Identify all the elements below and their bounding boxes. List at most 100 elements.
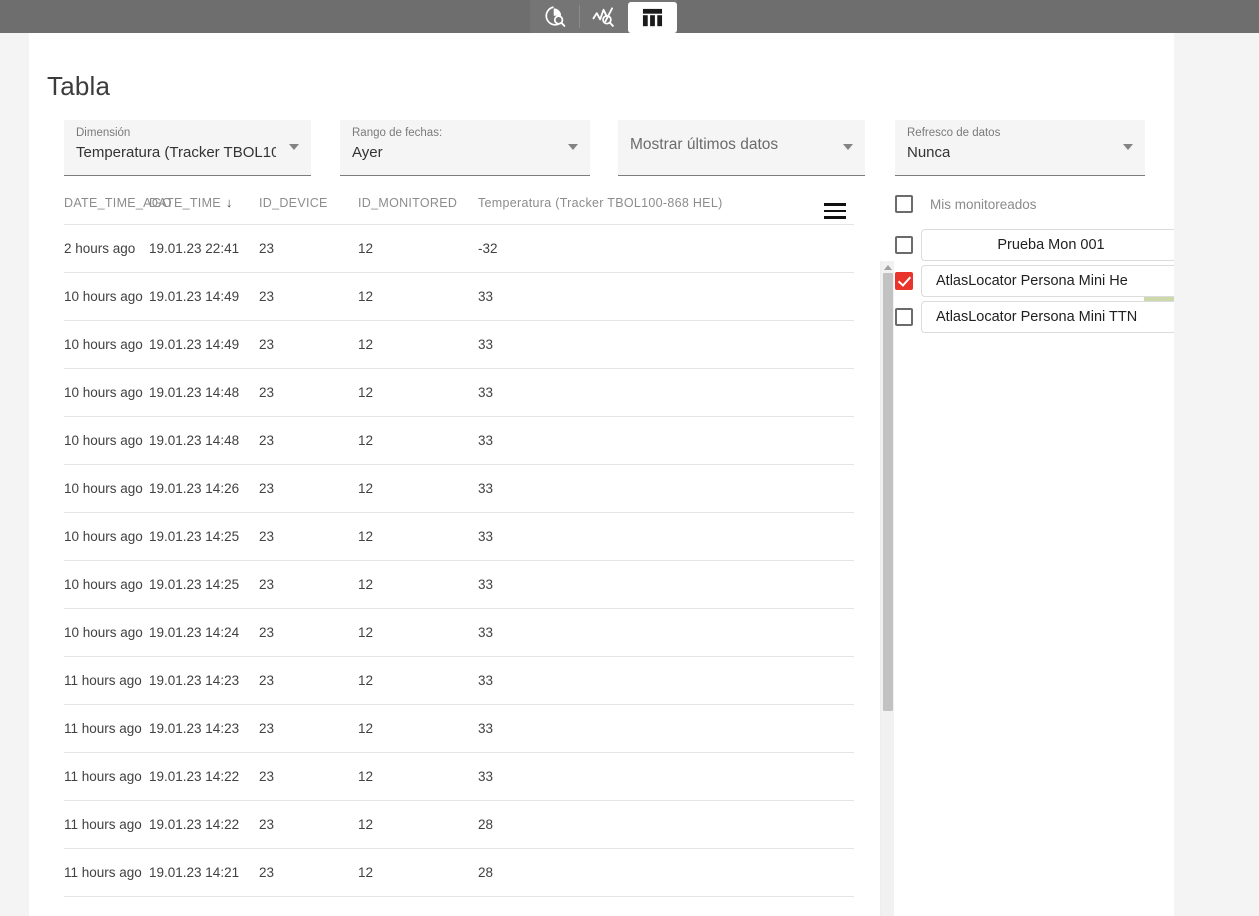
table-cell: 23 bbox=[259, 416, 358, 465]
table-cell: 10 hours ago bbox=[64, 320, 149, 369]
table-cell: 10 hours ago bbox=[64, 272, 149, 321]
table-cell: 19.01.23 14:23 bbox=[149, 704, 259, 753]
table-cell: 12 bbox=[358, 512, 478, 561]
table-cell: 10 hours ago bbox=[64, 560, 149, 609]
monitored-list-item[interactable]: Prueba Mon 001 bbox=[895, 227, 1174, 263]
table-header-row: DATE_TIME_AGO DATE_TIME ↓ ID_DEVICE ID_MO… bbox=[64, 195, 854, 225]
table-row[interactable]: 11 hours ago 19.01.23 14:22 23 12 33 bbox=[64, 752, 854, 801]
filter-dimension[interactable]: Dimensión Temperatura (Tracker TBOL100-… bbox=[64, 120, 311, 176]
table-cell: 11 hours ago bbox=[64, 656, 149, 705]
checkbox-mis-monitoreados[interactable] bbox=[895, 195, 913, 213]
table-cell: 10 hours ago bbox=[64, 416, 149, 465]
table-cell: 19.01.23 14:22 bbox=[149, 800, 259, 849]
table-row[interactable]: 2 hours ago 19.01.23 22:41 23 12 -32 bbox=[64, 224, 854, 273]
monitored-item-card[interactable]: AtlasLocator Persona Mini TTN bbox=[921, 301, 1174, 333]
line-chart-search-icon-button[interactable] bbox=[579, 0, 628, 33]
column-header-id-monitored[interactable]: ID_MONITORED bbox=[358, 195, 478, 225]
table-cell: 19.01.23 14:25 bbox=[149, 512, 259, 561]
table-cell: 10 hours ago bbox=[64, 464, 149, 513]
table-cell: 19.01.23 14:25 bbox=[149, 560, 259, 609]
table-cell: 19.01.23 14:23 bbox=[149, 656, 259, 705]
column-header-date-time-ago[interactable]: DATE_TIME_AGO bbox=[64, 195, 172, 225]
chevron-down-icon bbox=[843, 144, 853, 150]
monitored-list-item[interactable]: AtlasLocator Persona Mini TTN bbox=[895, 299, 1174, 335]
table-cell: 12 bbox=[358, 464, 478, 513]
column-header-temperatura[interactable]: Temperatura (Tracker TBOL100-868 HEL) bbox=[478, 195, 854, 225]
table-vertical-scrollbar[interactable] bbox=[880, 261, 894, 916]
table-row[interactable]: 10 hours ago 19.01.23 14:48 23 12 33 bbox=[64, 368, 854, 417]
table-cell: 12 bbox=[358, 416, 478, 465]
monitored-list: Prueba Mon 001 AtlasLocator Persona Mini … bbox=[895, 227, 1174, 335]
view-switcher bbox=[530, 0, 677, 33]
monitored-list-item[interactable]: AtlasLocator Persona Mini He bbox=[895, 263, 1174, 304]
table-icon-button[interactable] bbox=[628, 1, 677, 33]
column-header-id-device[interactable]: ID_DEVICE bbox=[259, 195, 358, 225]
filter-data-refresh[interactable]: Refresco de datos Nunca bbox=[895, 120, 1145, 176]
table-cell: 19.01.23 14:21 bbox=[149, 848, 259, 897]
table-cell: 33 bbox=[478, 704, 854, 753]
checkbox-monitored-item[interactable] bbox=[895, 236, 913, 254]
data-table: DATE_TIME_AGO DATE_TIME ↓ ID_DEVICE ID_MO… bbox=[64, 195, 854, 897]
monitored-item-card[interactable]: AtlasLocator Persona Mini He bbox=[921, 265, 1174, 297]
table-cell: 23 bbox=[259, 272, 358, 321]
filter-dimension-label: Dimensión bbox=[76, 127, 131, 139]
column-header-label: ID_DEVICE bbox=[259, 196, 328, 210]
table-cell: 19.01.23 14:49 bbox=[149, 320, 259, 369]
table-cell: 23 bbox=[259, 512, 358, 561]
table-row[interactable]: 10 hours ago 19.01.23 14:25 23 12 33 bbox=[64, 560, 854, 609]
table-row[interactable]: 11 hours ago 19.01.23 14:23 23 12 33 bbox=[64, 656, 854, 705]
table-row[interactable]: 10 hours ago 19.01.23 14:24 23 12 33 bbox=[64, 608, 854, 657]
table-cell: 12 bbox=[358, 656, 478, 705]
column-header-label: Temperatura (Tracker TBOL100-868 HEL) bbox=[478, 196, 723, 210]
scrollbar-thumb[interactable] bbox=[883, 273, 893, 711]
table-cell: 10 hours ago bbox=[64, 512, 149, 561]
table-cell: 23 bbox=[259, 704, 358, 753]
table-cell: 23 bbox=[259, 368, 358, 417]
filter-data-refresh-value: Nunca bbox=[907, 144, 951, 161]
table-cell: 33 bbox=[478, 752, 854, 801]
table-row[interactable]: 10 hours ago 19.01.23 14:25 23 12 33 bbox=[64, 512, 854, 561]
table-cell: 33 bbox=[478, 320, 854, 369]
table-cell: 11 hours ago bbox=[64, 752, 149, 801]
pie-chart-search-icon-button[interactable] bbox=[530, 0, 579, 33]
table-cell: 23 bbox=[259, 800, 358, 849]
table-cell: 33 bbox=[478, 608, 854, 657]
page-title: Tabla bbox=[47, 71, 111, 101]
monitored-item-card[interactable]: Prueba Mon 001 bbox=[921, 229, 1174, 261]
column-header-date-time[interactable]: DATE_TIME ↓ bbox=[149, 195, 259, 225]
table-cell: 12 bbox=[358, 704, 478, 753]
filter-latest-data[interactable]: Mostrar últimos datos bbox=[618, 120, 865, 176]
table-cell: 23 bbox=[259, 320, 358, 369]
table-cell: 11 hours ago bbox=[64, 800, 149, 849]
line-chart-search-icon bbox=[592, 7, 614, 27]
table-cell: 23 bbox=[259, 656, 358, 705]
checkbox-monitored-item[interactable] bbox=[895, 308, 913, 326]
table-cell: 12 bbox=[358, 272, 478, 321]
table-cell: 28 bbox=[478, 848, 854, 897]
table-cell: 12 bbox=[358, 368, 478, 417]
scroll-up-arrow-icon[interactable] bbox=[884, 265, 892, 270]
table-cell: 33 bbox=[478, 272, 854, 321]
table-cell: 10 hours ago bbox=[64, 608, 149, 657]
table-row[interactable]: 11 hours ago 19.01.23 14:22 23 12 28 bbox=[64, 800, 854, 849]
table-cell: -32 bbox=[478, 224, 854, 273]
chevron-down-icon bbox=[568, 144, 578, 150]
table-row[interactable]: 10 hours ago 19.01.23 14:48 23 12 33 bbox=[64, 416, 854, 465]
table-cell: 23 bbox=[259, 560, 358, 609]
table-row[interactable]: 11 hours ago 19.01.23 14:21 23 12 28 bbox=[64, 848, 854, 897]
table-cell: 23 bbox=[259, 752, 358, 801]
sort-desc-icon: ↓ bbox=[225, 195, 233, 210]
column-header-label: DATE_TIME bbox=[149, 196, 221, 210]
table-body: 2 hours ago 19.01.23 22:41 23 12 -32 10 hours… bbox=[64, 224, 854, 897]
table-row[interactable]: 10 hours ago 19.01.23 14:26 23 12 33 bbox=[64, 464, 854, 513]
filter-date-range[interactable]: Rango de fechas: Ayer bbox=[340, 120, 590, 176]
table-cell: 23 bbox=[259, 464, 358, 513]
table-row[interactable]: 11 hours ago 19.01.23 14:23 23 12 33 bbox=[64, 704, 854, 753]
checkbox-monitored-item[interactable] bbox=[895, 272, 913, 290]
filter-data-refresh-label: Refresco de datos bbox=[907, 127, 1001, 139]
table-row[interactable]: 10 hours ago 19.01.23 14:49 23 12 33 bbox=[64, 320, 854, 369]
chevron-down-icon bbox=[289, 144, 299, 150]
table-cell: 12 bbox=[358, 224, 478, 273]
table-row[interactable]: 10 hours ago 19.01.23 14:49 23 12 33 bbox=[64, 272, 854, 321]
app-toolbar bbox=[0, 0, 1259, 33]
